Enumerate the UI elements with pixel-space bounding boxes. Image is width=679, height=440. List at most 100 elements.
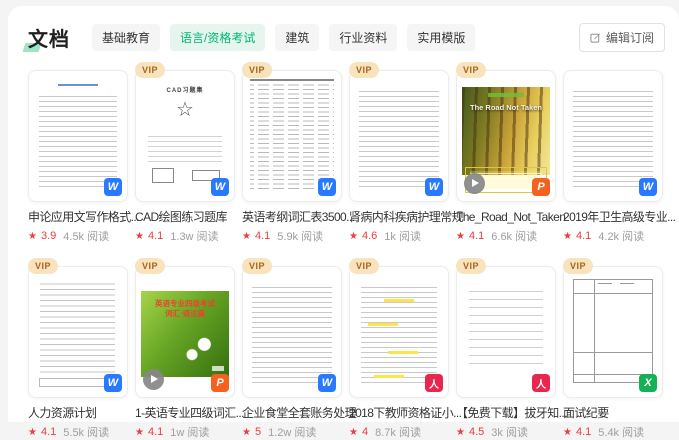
- document-thumbnail[interactable]: W: [28, 266, 128, 398]
- preview-text: The Road Not Taken: [457, 103, 555, 112]
- star-icon: ★: [349, 231, 358, 242]
- preview-ornament: [136, 95, 234, 125]
- rating-value: 4.1: [576, 426, 591, 438]
- word-file-icon: W: [104, 374, 122, 392]
- views-count: 5.9k 阅读: [277, 228, 323, 244]
- star-icon: ★: [563, 231, 572, 242]
- document-title[interactable]: 【免费下载】拔牙知...: [456, 405, 556, 421]
- edit-subscription-label: 编辑订阅: [606, 29, 654, 46]
- document-card: VIP 【免费下载】拔牙知... ★ 4.5 3k 阅读: [456, 258, 556, 440]
- document-title[interactable]: 申论应用文写作格式...: [28, 209, 128, 225]
- views-count: 1.3w 阅读: [170, 228, 218, 244]
- views-count: 6.6k 阅读: [491, 228, 537, 244]
- document-thumbnail[interactable]: [349, 266, 449, 398]
- star-icon: ★: [28, 231, 37, 242]
- views-count: 4.2k 阅读: [598, 228, 644, 244]
- preview-text: CAD习题集: [136, 85, 234, 94]
- document-card: VIP W 人力资源计划 ★ 4.1 5.5k 阅读: [28, 258, 128, 440]
- edit-subscription-button[interactable]: 编辑订阅: [579, 23, 665, 52]
- document-thumbnail[interactable]: CAD习题集 W: [135, 70, 235, 202]
- document-card: W 2019年卫生高级专业... ★ 4.1 4.2k 阅读: [563, 62, 663, 244]
- vip-badge: VIP: [456, 62, 486, 78]
- excel-file-icon: X: [639, 374, 657, 392]
- preview-text: 英语专业四级考试 词汇·语法篇: [136, 299, 234, 319]
- play-icon[interactable]: [464, 173, 485, 194]
- word-file-icon: W: [211, 178, 229, 196]
- views-count: 4.5k 阅读: [63, 228, 109, 244]
- rating-value: 3.9: [41, 230, 56, 242]
- document-title[interactable]: CAD绘图练习题库: [135, 209, 235, 225]
- views-count: 8.7k 阅读: [375, 424, 421, 440]
- document-title[interactable]: 面试纪要: [563, 405, 663, 421]
- document-title[interactable]: The_Road_Not_Taken: [456, 209, 556, 225]
- pdf-file-icon: [532, 374, 550, 392]
- word-file-icon: W: [104, 178, 122, 196]
- vip-badge: VIP: [28, 258, 58, 274]
- document-title[interactable]: 1-英语专业四级词汇...: [135, 405, 235, 421]
- document-card: VIP The Road Not Taken P The_Road_Not_Ta…: [456, 62, 556, 244]
- document-meta: ★ 4 8.7k 阅读: [349, 424, 449, 440]
- document-meta: ★ 4.6 1k 阅读: [349, 228, 449, 244]
- category-tab[interactable]: 行业资料: [329, 24, 397, 51]
- star-icon: ★: [349, 427, 358, 438]
- word-file-icon: W: [318, 178, 336, 196]
- preview-photo: [462, 87, 550, 175]
- document-card: VIP X 面试纪要 ★ 4.1 5.4k 阅读: [563, 258, 663, 440]
- ppt-file-icon: P: [211, 374, 229, 392]
- document-card: VIP W 企业食堂全套账务处理 ★ 5 1.2w 阅读: [242, 258, 342, 440]
- document-thumbnail[interactable]: W: [242, 70, 342, 202]
- document-title[interactable]: 2018下教师资格证小...: [349, 405, 449, 421]
- document-title[interactable]: 2019年卫生高级专业...: [563, 209, 663, 225]
- star-icon: ★: [242, 427, 251, 438]
- document-title[interactable]: 肾病内科疾病护理常规: [349, 209, 449, 225]
- document-meta: ★ 4.1 1.3w 阅读: [135, 228, 235, 244]
- star-icon: ★: [456, 427, 465, 438]
- star-icon: ★: [135, 427, 144, 438]
- pdf-file-icon: [425, 374, 443, 392]
- vip-badge: VIP: [349, 258, 379, 274]
- rating-value: 4.6: [362, 230, 377, 242]
- document-thumbnail[interactable]: W: [28, 70, 128, 202]
- document-meta: ★ 4.1 4.2k 阅读: [563, 228, 663, 244]
- preview-ornament: [250, 79, 334, 81]
- document-thumbnail[interactable]: [456, 266, 556, 398]
- vip-badge: VIP: [242, 62, 272, 78]
- edit-pencil-icon: [590, 32, 601, 43]
- views-count: 1.2w 阅读: [268, 424, 316, 440]
- category-tab[interactable]: 实用模版: [407, 24, 475, 51]
- views-count: 5.4k 阅读: [598, 424, 644, 440]
- document-meta: ★ 4.5 3k 阅读: [456, 424, 556, 440]
- document-title[interactable]: 企业食堂全套账务处理: [242, 405, 342, 421]
- ppt-file-icon: P: [532, 178, 550, 196]
- star-icon: ★: [456, 231, 465, 242]
- word-file-icon: W: [425, 178, 443, 196]
- rating-value: 4.1: [41, 426, 56, 438]
- play-icon[interactable]: [143, 369, 164, 390]
- document-meta: ★ 4.1 5.4k 阅读: [563, 424, 663, 440]
- documents-panel: 文档 基础教育语言/资格考试建筑行业资料实用模版 编辑订阅 W: [8, 6, 679, 422]
- document-thumbnail[interactable]: X: [563, 266, 663, 398]
- document-thumbnail[interactable]: 英语专业四级考试 词汇·语法篇 P: [135, 266, 235, 398]
- word-file-icon: W: [318, 374, 336, 392]
- document-thumbnail[interactable]: The Road Not Taken P: [456, 70, 556, 202]
- category-tab[interactable]: 语言/资格考试: [170, 24, 265, 51]
- document-card: VIP CAD习题集 W CAD绘图练习题库 ★ 4.1 1.3w 阅读: [135, 62, 235, 244]
- document-thumbnail[interactable]: W: [349, 70, 449, 202]
- rating-value: 4: [362, 426, 368, 438]
- category-tabs: 基础教育语言/资格考试建筑行业资料实用模版: [92, 24, 475, 51]
- document-meta: ★ 4.1 5.5k 阅读: [28, 424, 128, 440]
- document-meta: ★ 4.1 6.6k 阅读: [456, 228, 556, 244]
- category-tab[interactable]: 建筑: [275, 24, 319, 51]
- document-thumbnail[interactable]: W: [563, 70, 663, 202]
- views-count: 3k 阅读: [491, 424, 528, 440]
- document-thumbnail[interactable]: W: [242, 266, 342, 398]
- document-title[interactable]: 英语考纲词汇表3500...: [242, 209, 342, 225]
- rating-value: 4.5: [469, 426, 484, 438]
- document-title[interactable]: 人力资源计划: [28, 405, 128, 421]
- category-tab[interactable]: 基础教育: [92, 24, 160, 51]
- document-card: W 申论应用文写作格式... ★ 3.9 4.5k 阅读: [28, 62, 128, 244]
- document-meta: ★ 4.1 5.9k 阅读: [242, 228, 342, 244]
- document-meta: ★ 5 1.2w 阅读: [242, 424, 342, 440]
- preview-ornament: [488, 93, 523, 97]
- star-icon: ★: [28, 427, 37, 438]
